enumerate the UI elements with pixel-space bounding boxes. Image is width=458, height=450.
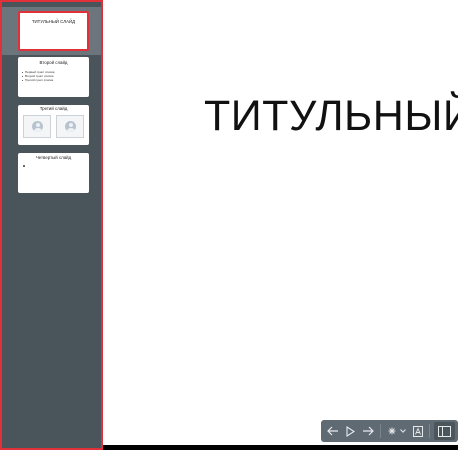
arrow-right-icon xyxy=(363,426,374,436)
slide-thumbnail-2[interactable]: Второй слайд Первый пункт списка Второй … xyxy=(2,55,101,103)
presentation-toolbar xyxy=(321,420,458,442)
presentation-app: ТИТУЛЬНЫЙ СЛАЙД Второй слайд Первый пунк… xyxy=(0,0,458,450)
slide-thumbnail-preview[interactable]: ТИТУЛЬНЫЙ СЛАЙД xyxy=(18,11,89,51)
toolbar-divider xyxy=(429,424,430,438)
slide-thumbnails-panel[interactable]: ТИТУЛЬНЫЙ СЛАЙД Второй слайд Первый пунк… xyxy=(0,0,103,450)
pointer-icon xyxy=(388,427,396,435)
arrow-left-icon xyxy=(327,426,338,436)
image-placeholder-icon xyxy=(56,115,84,138)
slide-thumbnail-bullets: Первый пункт списка Второй пункт списка … xyxy=(22,70,54,82)
slide-thumbnail-preview[interactable]: Четвертый слайд xyxy=(18,153,89,193)
image-placeholder-icon xyxy=(23,115,51,138)
slide-thumbnail-title: Четвертый слайд xyxy=(35,155,72,160)
pointer-tool-dropdown[interactable] xyxy=(385,422,409,440)
slide-thumbnail-3[interactable]: Третий слайд xyxy=(2,103,101,151)
slide-thumbnail-preview[interactable]: Третий слайд xyxy=(18,105,89,145)
slide-thumbnail-preview[interactable]: Второй слайд Первый пункт списка Второй … xyxy=(18,57,89,97)
text-a-icon xyxy=(413,425,423,437)
play-icon xyxy=(345,425,355,437)
previous-slide-button[interactable] xyxy=(324,422,342,440)
text-tool-button[interactable] xyxy=(410,422,426,440)
next-slide-button[interactable] xyxy=(359,422,377,440)
bullet-dot xyxy=(23,165,25,167)
play-button[interactable] xyxy=(342,422,358,440)
slide-thumbnail-1[interactable]: ТИТУЛЬНЫЙ СЛАЙД xyxy=(2,7,101,55)
slide-thumbnail-title: Второй слайд xyxy=(39,60,68,65)
toggle-sidebar-button[interactable] xyxy=(434,422,455,440)
panel-toggle-icon xyxy=(438,425,451,437)
slide-canvas[interactable]: ТИТУЛЬНЫЙ xyxy=(103,0,458,445)
chevron-down-icon xyxy=(400,429,406,433)
slide-title[interactable]: ТИТУЛЬНЫЙ xyxy=(204,92,458,141)
slide-thumbnail-title: ТИТУЛЬНЫЙ СЛАЙД xyxy=(31,19,76,24)
toolbar-divider xyxy=(380,424,381,438)
bullet-item: Третий пункт списка xyxy=(22,78,54,82)
slide-thumbnail-title: Третий слайд xyxy=(39,106,68,111)
slide-thumbnail-4[interactable]: Четвертый слайд xyxy=(2,151,101,199)
